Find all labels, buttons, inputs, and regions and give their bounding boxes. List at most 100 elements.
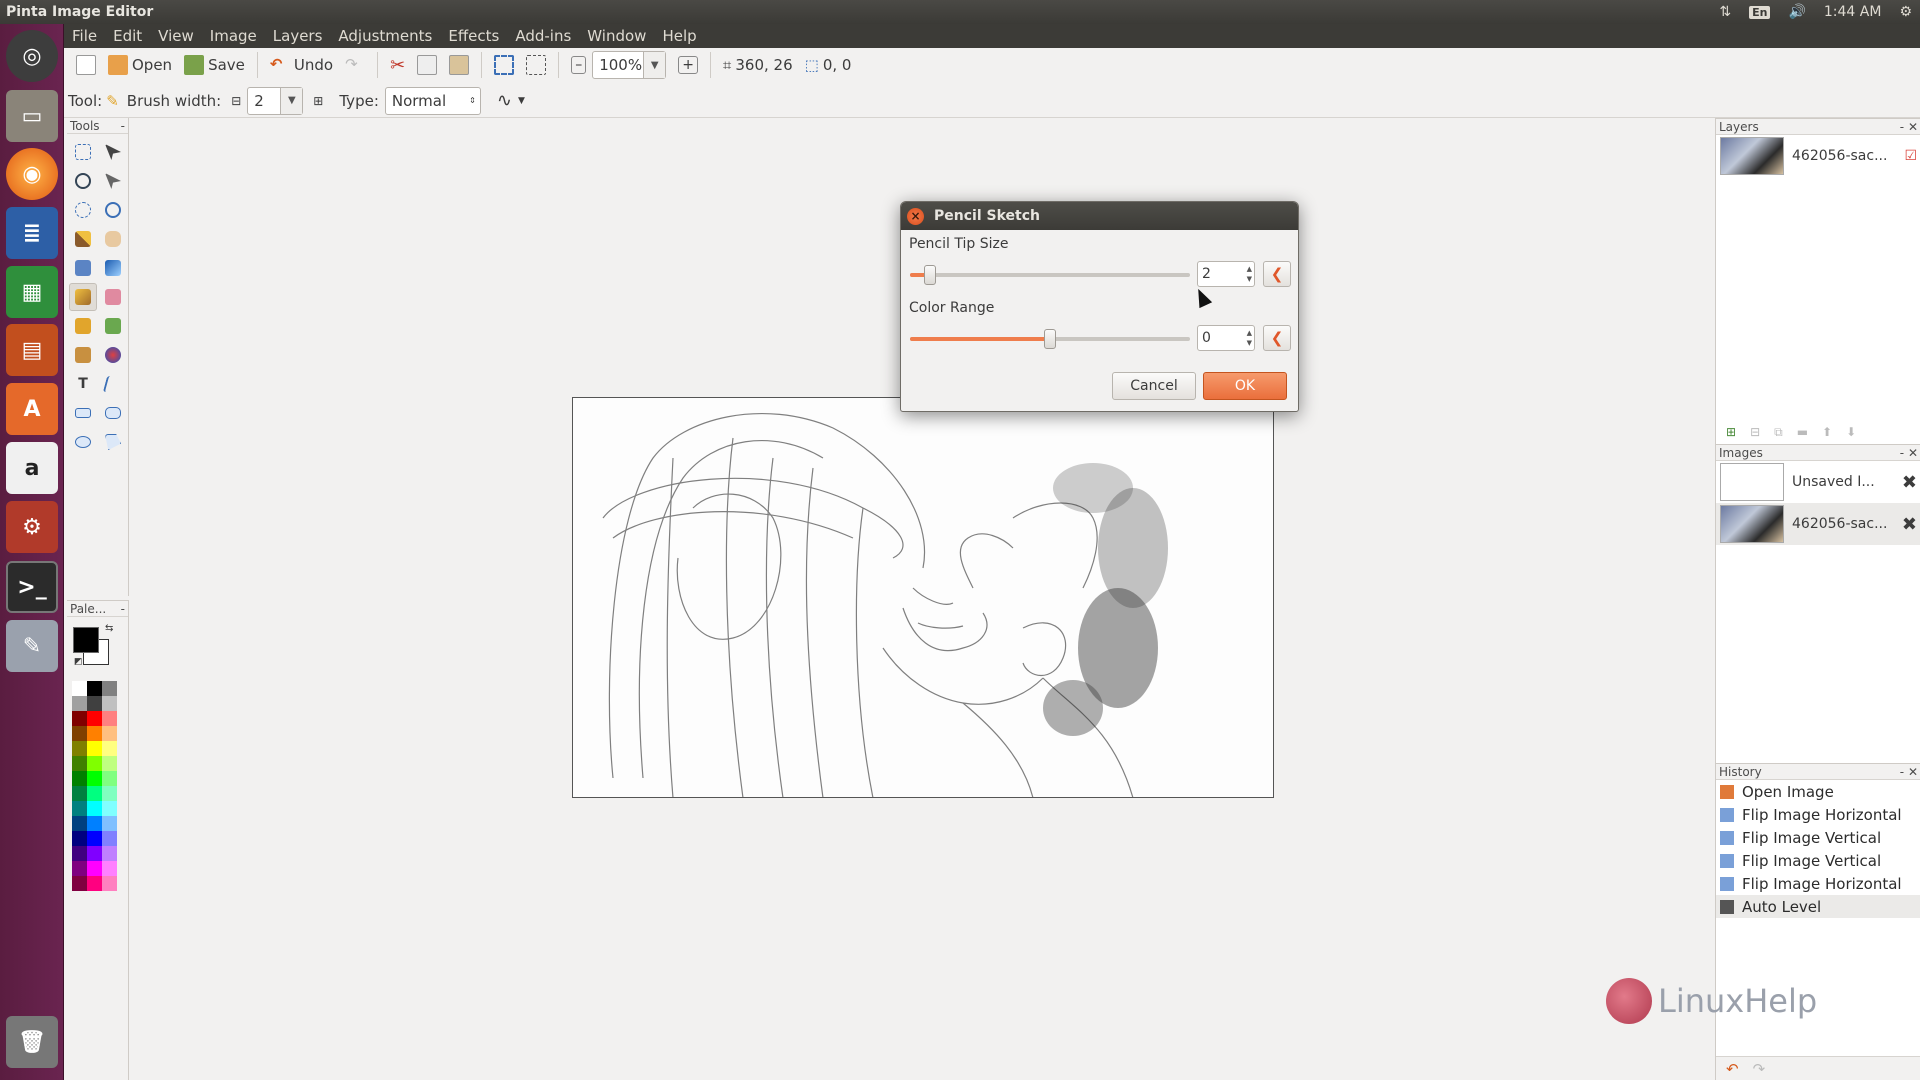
zoom-out-button[interactable]: – [565,51,592,79]
gradient-tool[interactable] [99,254,127,282]
spin-arrows-icon[interactable]: ▲ ▼ [1247,328,1252,348]
type-combo[interactable]: Normal ⇕ [384,86,481,115]
increase-width-icon[interactable]: ⊞ [313,94,323,108]
pencil-tip-size-input[interactable]: 2 ▲ ▼ [1197,261,1255,287]
panel-controls[interactable]: - ✕ [1900,120,1918,134]
cancel-button[interactable]: Cancel [1112,372,1196,400]
merge-layer-icon[interactable]: ▬ [1797,425,1808,439]
history-item[interactable]: Flip Image Vertical [1716,849,1920,872]
rectangle-select-tool[interactable] [69,138,97,166]
antialiasing-icon[interactable]: ∿ [497,90,512,111]
redo-button[interactable]: ↷ [339,51,371,79]
menu-help[interactable]: Help [654,27,704,45]
line-curve-tool[interactable] [99,370,127,398]
settings-icon[interactable]: ⚙ [6,501,58,553]
paint-bucket-tool[interactable] [69,254,97,282]
magic-wand-tool[interactable] [69,225,97,253]
lasso-select-tool[interactable] [69,167,97,195]
redo-icon[interactable]: ↷ [1753,1060,1766,1078]
menu-add-ins[interactable]: Add-ins [507,27,579,45]
trash-icon[interactable]: 🗑 [6,1016,58,1068]
menu-image[interactable]: Image [202,27,265,45]
clock[interactable]: 1:44 AM [1824,4,1882,20]
image-row[interactable]: 462056-sac... ✖ [1716,503,1920,545]
impress-icon[interactable]: ▤ [6,324,58,376]
copy-button[interactable] [411,51,443,79]
zoom-combo[interactable]: 100% ▼ [592,51,667,79]
writer-icon[interactable]: ≣ [6,207,58,259]
brush-width-value[interactable]: 2 [248,92,280,110]
panel-controls[interactable]: - ✕ [1900,765,1918,779]
crop-button[interactable] [488,51,520,79]
move-selected-tool[interactable] [99,138,127,166]
minimize-icon[interactable]: - [121,119,125,133]
menu-window[interactable]: Window [579,27,654,45]
image-canvas[interactable] [572,397,1274,798]
chevron-down-icon[interactable]: ▼ [280,87,303,114]
chevron-down-icon[interactable]: ▼ [518,96,525,106]
ellipse-select-tool[interactable] [69,196,97,224]
color-picker-tool[interactable] [99,312,127,340]
reset-color-range-button[interactable]: ❮ [1263,325,1291,351]
rounded-rectangle-tool[interactable] [99,399,127,427]
panel-controls[interactable]: - ✕ [1900,446,1918,460]
ellipse-tool[interactable] [69,428,97,456]
color-range-value[interactable]: 0 [1202,330,1211,346]
slider-handle[interactable] [924,265,936,285]
dash-icon[interactable]: ◎ [6,30,58,82]
primary-color[interactable] [73,627,99,653]
zoom-tool[interactable] [99,196,127,224]
close-icon[interactable]: ✖ [1902,514,1917,535]
terminal-icon[interactable]: >_ [6,561,58,613]
undo-icon[interactable]: ↶ [1726,1060,1739,1078]
recolor-tool[interactable] [99,341,127,369]
layer-row[interactable]: 462056-sac... ☑ [1716,135,1920,177]
decrease-width-icon[interactable]: ⊟ [231,94,241,108]
zoom-in-button[interactable]: + [672,51,704,79]
type-value[interactable]: Normal [386,92,469,110]
history-item[interactable]: Open Image [1716,780,1920,803]
open-button[interactable]: Open [102,51,178,79]
pencil-tool[interactable] [69,312,97,340]
amazon-icon[interactable]: a [6,442,58,494]
image-row[interactable]: Unsaved I... ✖ [1716,461,1920,503]
history-item[interactable]: Flip Image Horizontal [1716,803,1920,826]
ok-button[interactable]: OK [1203,372,1287,400]
cut-button[interactable]: ✂ [384,51,411,79]
paste-button[interactable] [443,51,475,79]
color-range-slider[interactable] [910,329,1190,349]
color-range-input[interactable]: 0 ▲ ▼ [1197,325,1255,351]
spin-arrows-icon[interactable]: ⇕ [469,96,480,105]
add-layer-icon[interactable]: ⊞ [1726,425,1736,439]
color-swatches[interactable] [72,681,120,891]
slider-handle[interactable] [1044,329,1056,349]
save-button[interactable]: Save [178,51,251,79]
menu-layers[interactable]: Layers [265,27,331,45]
close-icon[interactable]: ✖ [1902,472,1917,493]
menu-view[interactable]: View [150,27,202,45]
menu-adjustments[interactable]: Adjustments [330,27,440,45]
keyboard-layout[interactable]: En [1749,5,1771,19]
pencil-tip-size-slider[interactable] [910,265,1190,285]
delete-layer-icon[interactable]: ⊟ [1750,425,1760,439]
menu-effects[interactable]: Effects [440,27,507,45]
spin-arrows-icon[interactable]: ▲ ▼ [1247,264,1252,284]
new-button[interactable] [70,51,102,79]
files-icon[interactable]: ▭ [6,90,58,142]
reset-tip-size-button[interactable]: ❮ [1263,261,1291,287]
pan-tool[interactable] [99,225,127,253]
menu-edit[interactable]: Edit [105,27,150,45]
zoom-value[interactable]: 100% [593,56,643,74]
minimize-icon[interactable]: - [121,602,125,616]
move-selection-tool[interactable] [99,167,127,195]
calc-icon[interactable]: ▦ [6,266,58,318]
history-item-selected[interactable]: Auto Level [1716,895,1920,918]
layer-visible-checkbox[interactable]: ☑ [1904,148,1917,164]
reset-colors-icon[interactable]: ◩ [74,657,83,667]
dialog-titlebar[interactable]: × Pencil Sketch [901,202,1298,230]
undo-button[interactable]: ↶ Undo [264,51,339,79]
clone-stamp-tool[interactable] [69,341,97,369]
firefox-icon[interactable]: ◉ [6,148,58,200]
software-center-icon[interactable]: A [6,383,58,435]
pencil-tip-size-value[interactable]: 2 [1202,266,1211,282]
